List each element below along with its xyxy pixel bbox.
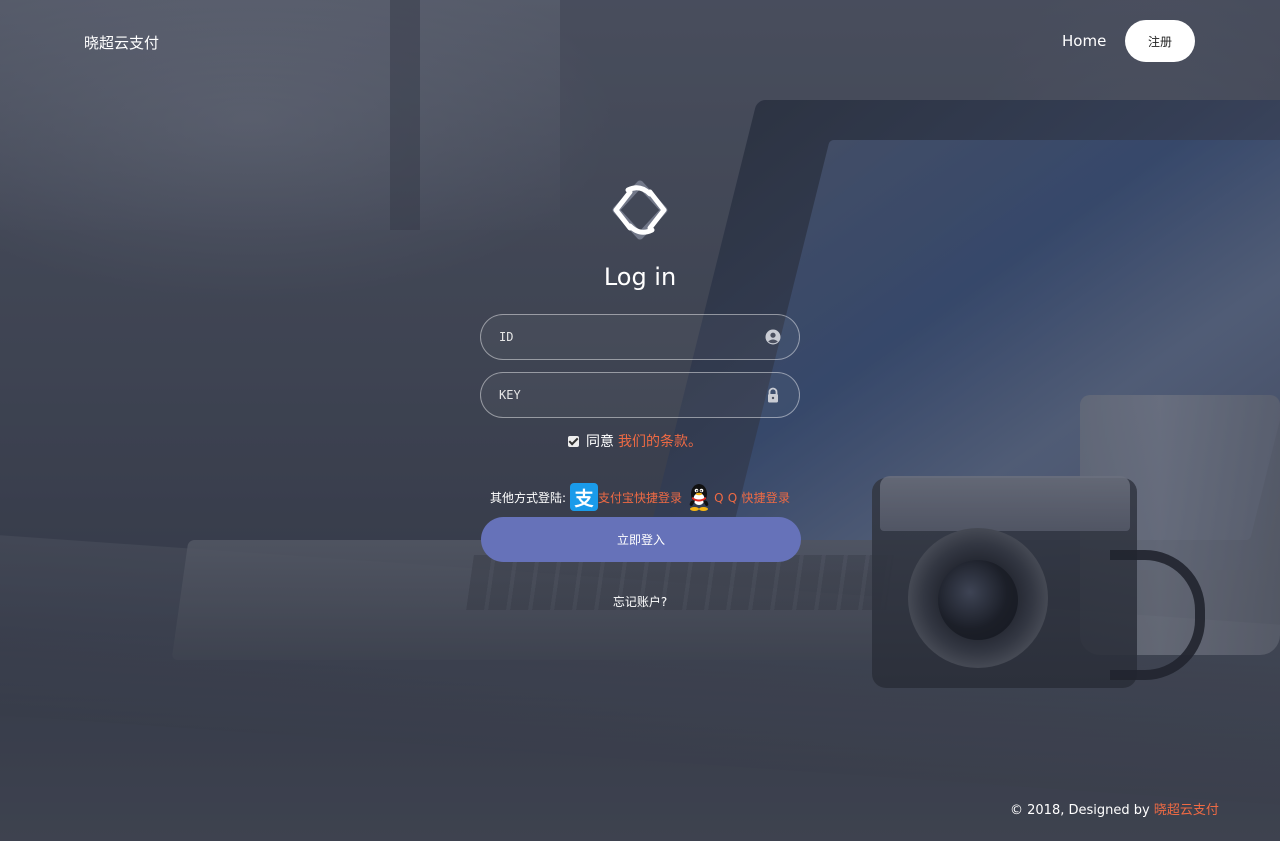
qq-login-link[interactable]: Q Q 快捷登录 — [714, 489, 790, 506]
footer-credit: © 2018, Designed by 晓超云支付 — [1010, 799, 1219, 818]
key-input[interactable] — [499, 373, 749, 417]
brand-name[interactable]: 晓超云支付 — [84, 32, 159, 53]
agree-terms-row: 同意 我们的条款。 — [568, 431, 702, 451]
nav-home-link[interactable]: Home — [1062, 32, 1106, 50]
qq-penguin-icon[interactable] — [686, 482, 712, 512]
id-field-container — [480, 314, 800, 360]
svg-text:支: 支 — [574, 488, 595, 510]
agree-label: 同意 — [586, 434, 614, 450]
terms-link[interactable]: 我们的条款。 — [618, 431, 702, 451]
login-submit-button[interactable]: 立即登入 — [481, 517, 801, 562]
footer-brand-link[interactable]: 晓超云支付 — [1154, 803, 1219, 818]
register-button[interactable]: 注册 — [1125, 20, 1195, 62]
login-title: Log in — [603, 263, 677, 291]
alipay-icon[interactable]: 支 — [570, 483, 599, 511]
forgot-account-link[interactable]: 忘记账户? — [0, 593, 1280, 610]
other-methods-label: 其他方式登陆: — [490, 490, 567, 505]
user-circle-icon — [765, 329, 781, 345]
key-field-container — [480, 372, 800, 418]
id-input[interactable] — [499, 315, 749, 359]
other-login-methods: 其他方式登陆: 支 支付宝快捷登录 Q Q 快捷登录 — [490, 482, 790, 512]
footer-prefix: © 2018, Designed by — [1010, 803, 1150, 818]
background-photo — [0, 0, 1280, 841]
diamond-logo-icon — [612, 180, 668, 240]
lock-icon — [768, 387, 778, 403]
checkbox-checked-icon[interactable] — [568, 435, 579, 447]
alipay-login-link[interactable]: 支付宝快捷登录 — [598, 489, 682, 506]
